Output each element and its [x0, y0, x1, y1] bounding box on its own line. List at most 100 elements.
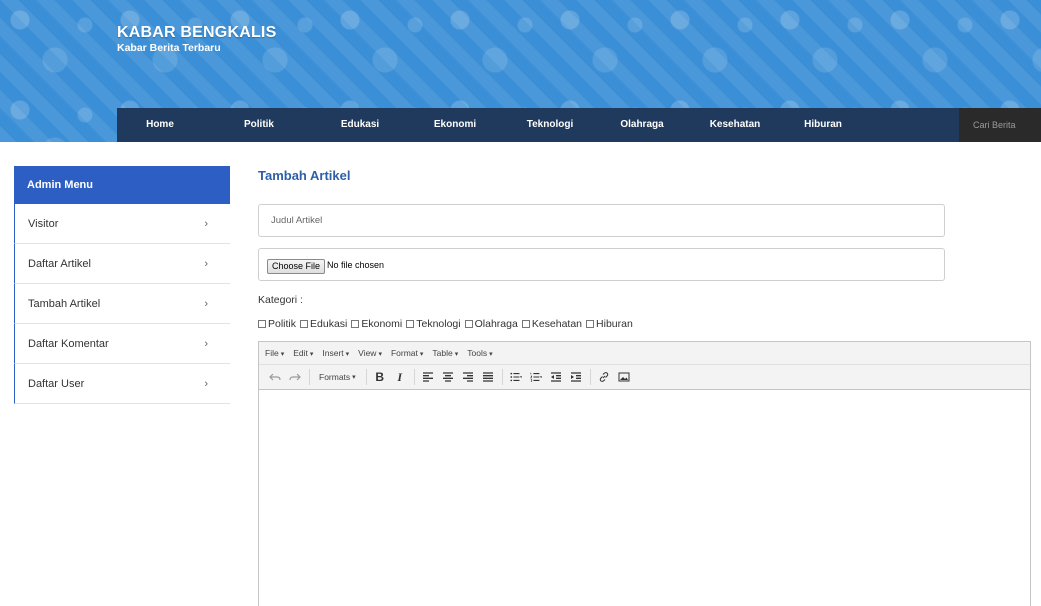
search-input[interactable] [959, 108, 1041, 142]
kategori-option-kesehatan[interactable]: Kesehatan [521, 318, 583, 330]
kategori-option-politik[interactable]: Politik [258, 318, 296, 330]
chevron-right-icon: › [204, 338, 208, 350]
kategori-option-label: Teknologi [416, 318, 461, 330]
kategori-option-teknologi[interactable]: Teknologi [406, 318, 461, 330]
kategori-options: Politik Edukasi Ekonomi Teknologi Olahra… [258, 317, 637, 331]
outdent-icon[interactable] [548, 368, 564, 386]
checkbox[interactable] [351, 320, 360, 328]
editor-menu-insert[interactable]: Insert ▾ [322, 348, 349, 358]
kategori-label: Kategori : [258, 294, 303, 306]
kategori-option-ekonomi[interactable]: Ekonomi [351, 318, 402, 330]
editor-menu-edit[interactable]: Edit ▾ [293, 348, 313, 358]
sidebar-item-label: Daftar Artikel [28, 258, 91, 270]
editor-menu-file[interactable]: File ▾ [265, 348, 284, 358]
editor-menu-format[interactable]: Format ▾ [391, 348, 423, 358]
chevron-right-icon: › [204, 258, 208, 270]
checkbox[interactable] [258, 320, 266, 328]
bullet-list-icon[interactable] [508, 368, 524, 386]
toolbar-divider [365, 369, 367, 385]
caret-down-icon: ▾ [309, 351, 314, 358]
align-right-icon[interactable] [460, 368, 476, 386]
sidebar-item-tambah-artikel[interactable]: Tambah Artikel › [14, 284, 230, 324]
nav-teknologi[interactable]: Teknologi [527, 108, 573, 142]
menu-label: Insert [322, 348, 344, 358]
sidebar-item-label: Daftar User [28, 378, 85, 390]
editor-menu-table[interactable]: Table ▾ [432, 348, 458, 358]
checkbox[interactable] [464, 320, 473, 328]
kategori-option-label: Hiburan [596, 318, 633, 330]
align-left-icon[interactable] [420, 368, 436, 386]
formats-dropdown[interactable]: Formats ▾ [315, 368, 360, 386]
caret-down-icon: ▾ [489, 351, 493, 358]
chevron-right-icon: › [204, 298, 208, 310]
file-status: No file chosen [327, 260, 385, 270]
numbered-list-icon[interactable] [528, 368, 544, 386]
nav-olahraga[interactable]: Olahraga [620, 108, 663, 142]
italic-button[interactable]: I [392, 368, 408, 386]
sidebar-item-label: Tambah Artikel [28, 298, 101, 310]
sidebar-item-daftar-komentar[interactable]: Daftar Komentar › [14, 324, 230, 364]
choose-file-button[interactable]: Choose File [267, 259, 326, 274]
brand-subtitle: Kabar Berita Terbaru [117, 42, 221, 54]
nav-home[interactable]: Home [146, 108, 174, 142]
editor-menu-view[interactable]: View ▾ [358, 348, 382, 358]
bold-button[interactable]: B [372, 368, 388, 386]
sidebar-item-daftar-artikel[interactable]: Daftar Artikel › [14, 244, 230, 284]
editor-menubar: File ▾ Edit ▾ Insert ▾ View ▾ Format ▾ Table ▾… [259, 342, 1030, 365]
nav-edukasi[interactable]: Edukasi [341, 108, 379, 142]
sidebar-item-label: Visitor [28, 218, 59, 230]
checkbox[interactable] [300, 320, 309, 328]
main-navbar: Home Politik Edukasi Ekonomi Teknologi O… [117, 108, 1041, 142]
editor-toolbar: Formats ▾ B I [259, 365, 1030, 390]
kategori-option-olahraga[interactable]: Olahraga [464, 318, 518, 330]
align-justify-icon[interactable] [480, 368, 496, 386]
brand-title: KABAR BENGKALIS [117, 24, 277, 41]
nav-ekonomi[interactable]: Ekonomi [434, 108, 476, 142]
chevron-right-icon: › [204, 378, 208, 390]
sidebar-item-daftar-user[interactable]: Daftar User › [14, 364, 230, 404]
caret-down-icon: ▾ [419, 351, 424, 358]
nav-politik[interactable]: Politik [244, 108, 274, 142]
menu-label: Table [432, 348, 453, 358]
formats-label: Formats [319, 372, 351, 382]
page-title: Tambah Artikel [258, 168, 351, 183]
brand[interactable]: KABAR BENGKALIS Kabar Berita Terbaru [117, 24, 276, 54]
chevron-right-icon: › [204, 218, 208, 230]
toolbar-divider [501, 369, 503, 385]
toolbar-divider [589, 369, 591, 385]
caret-down-icon: ▾ [345, 351, 350, 358]
nav-hiburan[interactable]: Hiburan [804, 108, 842, 142]
undo-icon[interactable] [267, 368, 283, 386]
file-upload-field: Choose File No file chosen [258, 248, 945, 281]
kategori-option-label: Edukasi [310, 318, 348, 330]
rich-text-editor: File ▾ Edit ▾ Insert ▾ View ▾ Format ▾ Table ▾… [258, 341, 1031, 606]
site-header: KABAR BENGKALIS Kabar Berita Terbaru Hom… [0, 0, 1041, 142]
redo-icon[interactable] [287, 368, 303, 386]
menu-label: View [358, 348, 377, 358]
menu-label: Format [390, 348, 418, 358]
link-icon[interactable] [596, 368, 612, 386]
checkbox[interactable] [586, 320, 595, 328]
checkbox[interactable] [406, 320, 415, 328]
kategori-option-label: Politik [268, 318, 297, 330]
kategori-option-label: Kesehatan [531, 318, 583, 330]
toolbar-divider [413, 369, 415, 385]
editor-content-area[interactable] [259, 390, 1030, 606]
sidebar-item-label: Daftar Komentar [28, 338, 109, 350]
caret-down-icon: ▾ [352, 374, 356, 381]
caret-down-icon: ▾ [280, 351, 285, 358]
caret-down-icon: ▾ [378, 351, 382, 358]
article-title-input[interactable] [258, 204, 945, 237]
menu-label: Tools [467, 348, 488, 358]
caret-down-icon: ▾ [454, 351, 459, 358]
checkbox[interactable] [521, 320, 530, 328]
editor-menu-tools[interactable]: Tools ▾ [467, 348, 492, 358]
kategori-option-hiburan[interactable]: Hiburan [586, 318, 633, 330]
kategori-option-edukasi[interactable]: Edukasi [300, 318, 347, 330]
kategori-option-label: Ekonomi [361, 318, 403, 330]
sidebar-item-visitor[interactable]: Visitor › [14, 204, 230, 244]
align-center-icon[interactable] [440, 368, 456, 386]
image-icon[interactable] [616, 368, 632, 386]
indent-icon[interactable] [568, 368, 584, 386]
nav-kesehatan[interactable]: Kesehatan [710, 108, 761, 142]
